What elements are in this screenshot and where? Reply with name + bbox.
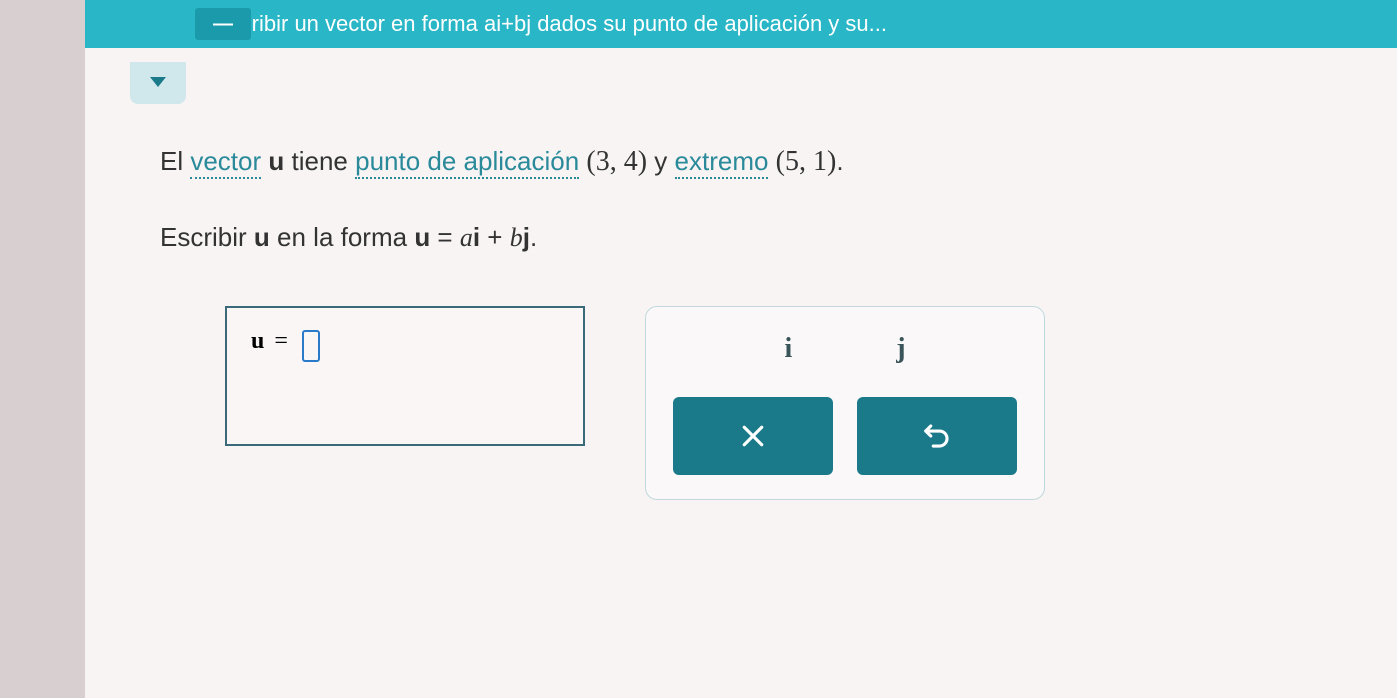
term-vector-link[interactable]: vector	[190, 146, 261, 179]
point-end: (5, 1)	[776, 146, 837, 177]
keypad-symbols-row: i j	[672, 329, 1018, 369]
keypad-actions-row	[672, 397, 1018, 475]
left-strip	[0, 0, 85, 698]
vector-u: u	[414, 222, 430, 252]
term-extremo-link[interactable]: extremo	[675, 146, 769, 179]
header-bar: — Escribir un vector en forma ai+bj dado…	[85, 0, 1397, 48]
content-area: El vector u tiene punto de aplicación (3…	[85, 48, 1397, 698]
keypad-panel: i j	[645, 306, 1045, 500]
answer-label: u	[251, 328, 264, 355]
undo-button[interactable]	[857, 397, 1017, 475]
expand-tab[interactable]	[130, 62, 186, 104]
chevron-down-icon	[150, 77, 166, 87]
clear-button[interactable]	[673, 397, 833, 475]
answer-input-cursor[interactable]	[302, 330, 320, 362]
text-fragment	[768, 146, 775, 176]
text-fragment: Escribir	[160, 222, 254, 252]
text-fragment: en la forma	[270, 222, 415, 252]
term-punto-link[interactable]: punto de aplicación	[355, 146, 579, 179]
vector-u: u	[268, 146, 284, 176]
point-start: (3, 4)	[586, 146, 647, 177]
problem-text: El vector u tiene punto de aplicación (3…	[160, 140, 1367, 258]
undo-icon	[922, 421, 952, 451]
unit-i: i	[473, 222, 480, 252]
vector-u: u	[254, 222, 270, 252]
text-fragment: tiene	[284, 146, 355, 176]
problem-line-2: Escribir u en la forma u = ai + bj.	[160, 217, 1367, 259]
answer-row: u = i j	[225, 306, 1367, 500]
var-a: a	[460, 223, 473, 252]
text-fragment: y	[647, 146, 674, 176]
problem-line-1: El vector u tiene punto de aplicación (3…	[160, 140, 1367, 185]
text-fragment: +	[480, 222, 510, 252]
text-fragment: .	[530, 222, 537, 252]
header-title: Escribir un vector en forma ai+bj dados …	[215, 11, 887, 37]
x-icon	[738, 421, 768, 451]
keypad-j-button[interactable]: j	[884, 329, 917, 369]
text-fragment: =	[430, 222, 460, 252]
answer-input-box[interactable]: u =	[225, 306, 585, 446]
unit-j: j	[523, 222, 530, 252]
text-fragment: .	[836, 146, 843, 176]
text-fragment: El	[160, 146, 190, 176]
header-menu-icon[interactable]: —	[195, 8, 251, 40]
equals-sign: =	[274, 328, 288, 355]
var-b: b	[510, 223, 523, 252]
keypad-i-button[interactable]: i	[772, 329, 804, 369]
